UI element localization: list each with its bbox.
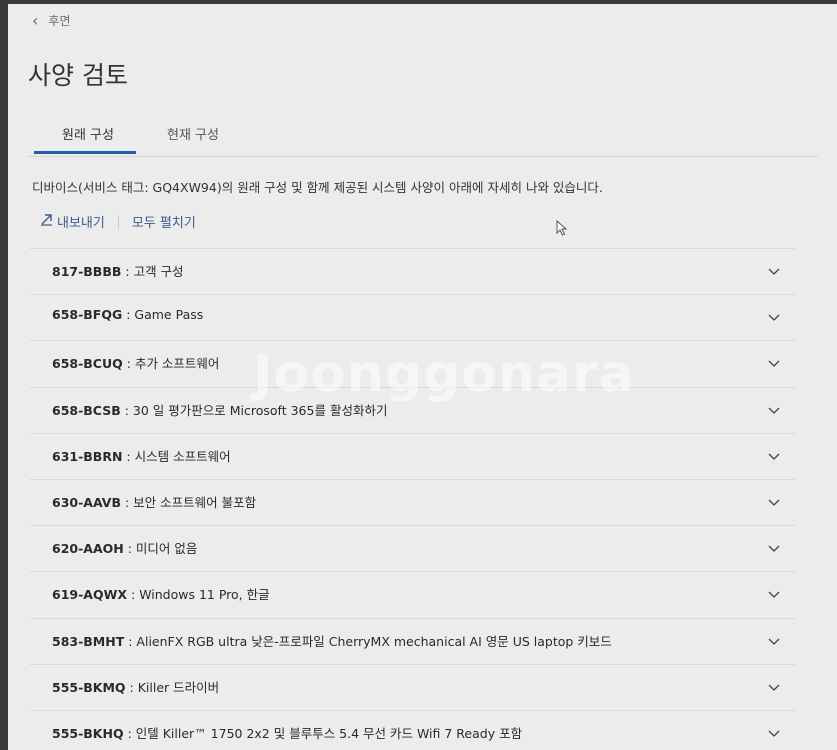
chevron-down-icon[interactable]	[767, 540, 781, 554]
active-tab-indicator	[34, 151, 136, 154]
chevron-down-icon[interactable]	[767, 633, 781, 647]
spec-description: 시스템 소프트웨어	[134, 448, 231, 464]
back-label: 후면	[48, 14, 71, 28]
spec-row[interactable]: 658-BCSB : 30 일 평가판으로 Microsoft 365를 활성화…	[30, 388, 795, 434]
spec-description: Windows 11 Pro, 한글	[139, 587, 270, 603]
spec-row[interactable]: 555-BKMQ : Killer 드라이버	[30, 665, 795, 711]
chevron-down-icon[interactable]	[767, 402, 781, 416]
export-button[interactable]: 내보내기	[40, 212, 105, 231]
spec-row[interactable]: 619-AQWX : Windows 11 Pro, 한글	[30, 572, 795, 619]
spec-code: 555-BKHQ	[52, 725, 124, 741]
chevron-left-icon: ‹	[32, 10, 39, 30]
chevron-down-icon[interactable]	[767, 448, 781, 462]
spec-code: 620-AAOH	[52, 541, 124, 557]
chevron-down-icon[interactable]	[767, 586, 781, 600]
export-label: 내보내기	[57, 216, 105, 231]
spec-code: 583-BMHT	[52, 633, 125, 649]
spec-separator: :	[120, 402, 133, 418]
page-title: 사양 검토	[28, 61, 128, 90]
spec-code: 619-AQWX	[52, 587, 128, 603]
action-bar: 내보내기 모두 펼치기	[40, 212, 196, 231]
spec-separator: :	[121, 264, 134, 279]
spec-row[interactable]: 658-BFQG : Game Pass	[30, 295, 795, 342]
back-link[interactable]: ‹ 후면	[32, 12, 71, 29]
spec-row-label: 630-AAVB : 보안 소프트웨어 불포함	[52, 492, 256, 511]
spec-row[interactable]: 620-AAOH : 미디어 없음	[30, 526, 795, 573]
tab-current-config[interactable]: 현재 구성	[167, 124, 219, 143]
spec-list: 817-BBBB : 고객 구성 658-BFQG : Game Pass 658-…	[30, 248, 795, 750]
spec-separator: :	[124, 633, 137, 649]
spec-description: 고객 구성	[133, 264, 184, 279]
spec-code: 630-AAVB	[52, 494, 121, 510]
spec-code: 658-BFQG	[52, 307, 123, 323]
spec-separator: :	[123, 725, 136, 741]
spec-row-label: 658-BCSB : 30 일 평가판으로 Microsoft 365를 활성화…	[52, 400, 387, 419]
spec-description: AlienFX RGB ultra 낮은-프로파일 CherryMX mecha…	[136, 633, 612, 649]
spec-description: 보안 소프트웨어 불포함	[133, 494, 257, 510]
spec-row-label: 583-BMHT : AlienFX RGB ultra 낮은-프로파일 Che…	[52, 631, 612, 650]
spec-row[interactable]: 817-BBBB : 고객 구성	[30, 248, 795, 296]
chevron-down-icon[interactable]	[767, 494, 781, 508]
spec-description: 추가 소프트웨어	[134, 356, 220, 372]
spec-description: 인텔 Killer™ 1750 2x2 및 블루투스 5.4 무선 카드 Wif…	[135, 725, 523, 741]
spec-row[interactable]: 583-BMHT : AlienFX RGB ultra 낮은-프로파일 Che…	[30, 619, 795, 665]
spec-row-label: 555-BKHQ : 인텔 Killer™ 1750 2x2 및 블루투스 5.…	[52, 723, 522, 742]
screen: ‹ 후면 사양 검토 원래 구성 현재 구성 디바이스(서비스 태그: GQ4X…	[8, 4, 837, 750]
spec-description: Killer 드라이버	[137, 679, 220, 695]
action-divider	[117, 214, 119, 229]
spec-row[interactable]: 555-BKHQ : 인텔 Killer™ 1750 2x2 및 블루투스 5.…	[30, 711, 795, 750]
spec-row-label: 658-BCUQ : 추가 소프트웨어	[52, 353, 219, 372]
spec-row[interactable]: 658-BCUQ : 추가 소프트웨어	[30, 341, 795, 388]
spec-separator: :	[122, 356, 135, 372]
spec-code: 658-BCSB	[52, 402, 121, 418]
spec-code: 555-BKMQ	[52, 679, 126, 695]
mouse-pointer-icon	[556, 219, 568, 240]
spec-code: 658-BCUQ	[52, 356, 123, 372]
spec-separator: :	[127, 587, 140, 603]
chevron-down-icon[interactable]	[767, 355, 781, 369]
spec-separator: :	[122, 448, 135, 464]
spec-separator: :	[123, 541, 136, 557]
spec-row-label: 555-BKMQ : Killer 드라이버	[52, 677, 219, 696]
page-description: 디바이스(서비스 태그: GQ4XW94)의 원래 구성 및 함께 제공된 시스…	[32, 180, 603, 195]
tab-bar: 원래 구성 현재 구성	[28, 118, 818, 157]
chevron-down-icon[interactable]	[767, 679, 781, 693]
spec-description: 30 일 평가판으로 Microsoft 365를 활성화하기	[132, 402, 388, 418]
spec-code: 817-BBBB	[52, 264, 122, 279]
spec-description: 미디어 없음	[135, 541, 198, 557]
expand-all-button[interactable]: 모두 펼치기	[132, 212, 196, 231]
spec-row-label: 658-BFQG : Game Pass	[52, 307, 203, 322]
spec-row[interactable]: 630-AAVB : 보안 소프트웨어 불포함	[30, 480, 795, 527]
spec-separator: :	[120, 494, 134, 510]
chevron-down-icon[interactable]	[767, 725, 781, 739]
export-arrow-icon	[40, 213, 53, 230]
tab-original-config[interactable]: 원래 구성	[62, 124, 114, 143]
chevron-down-icon[interactable]	[767, 263, 781, 277]
spec-row-label: 631-BBRN : 시스템 소프트웨어	[52, 446, 231, 465]
spec-row[interactable]: 631-BBRN : 시스템 소프트웨어	[30, 434, 795, 480]
spec-row-label: 619-AQWX : Windows 11 Pro, 한글	[52, 584, 270, 603]
spec-separator: :	[125, 679, 138, 695]
spec-description: Game Pass	[134, 307, 204, 323]
chevron-down-icon[interactable]	[767, 309, 781, 323]
spec-row-label: 817-BBBB : 고객 구성	[52, 261, 184, 280]
spec-row-label: 620-AAOH : 미디어 없음	[52, 538, 197, 557]
expand-all-label: 모두 펼치기	[131, 216, 196, 231]
spec-code: 631-BBRN	[52, 448, 123, 464]
spec-separator: :	[122, 307, 135, 323]
